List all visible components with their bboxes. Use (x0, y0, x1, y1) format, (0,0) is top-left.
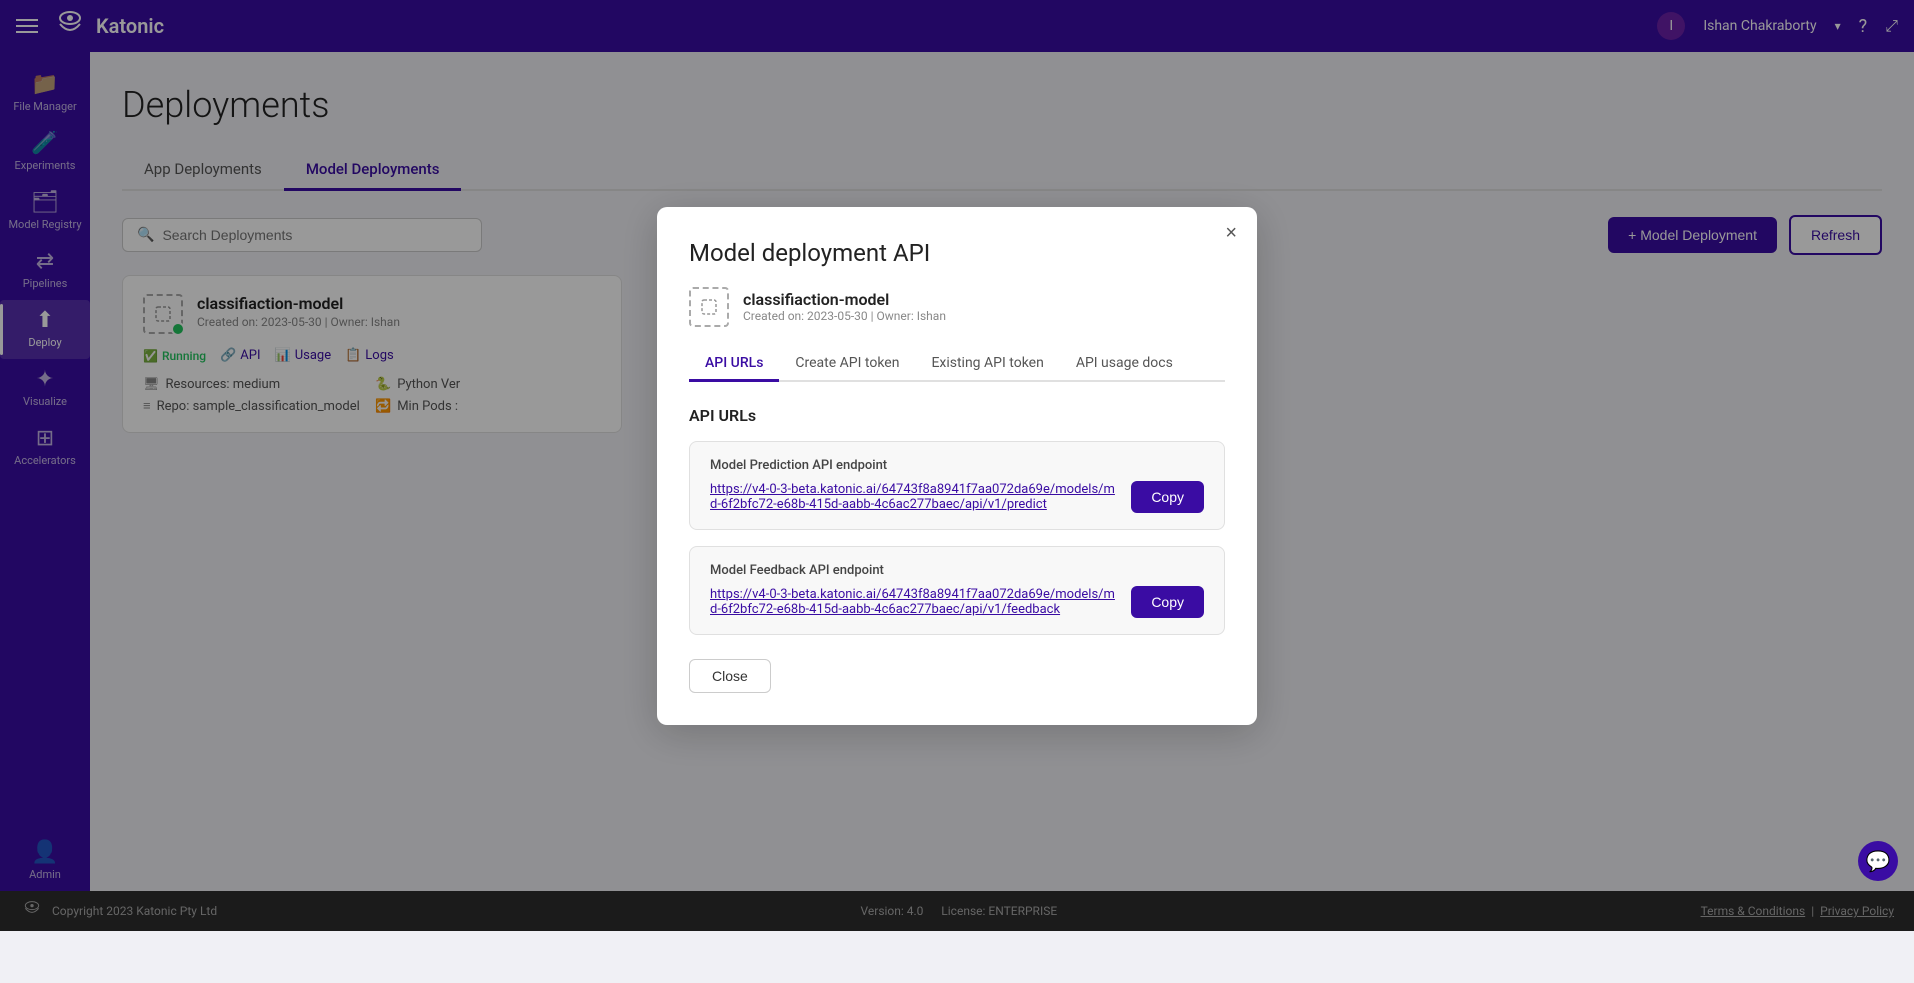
modal: × Model deployment API classiﬁaction-mod… (657, 207, 1257, 725)
modal-footer: Close (689, 659, 1225, 693)
prediction-endpoint-label: Model Prediction API endpoint (710, 458, 1204, 473)
api-urls-section-title: API URLs (689, 406, 1225, 425)
feedback-endpoint-url[interactable]: https://v4-0-3-beta.katonic.ai/64743f8a8… (710, 587, 1119, 617)
modal-tab-existing-api-token[interactable]: Existing API token (915, 347, 1059, 382)
close-modal-button[interactable]: Close (689, 659, 771, 693)
copy-prediction-url-button[interactable]: Copy (1131, 481, 1204, 513)
chat-icon: 💬 (1866, 849, 1891, 873)
feedback-endpoint-row: https://v4-0-3-beta.katonic.ai/64743f8a8… (710, 586, 1204, 618)
modal-model-meta: Created on: 2023-05-30 | Owner: Ishan (743, 309, 946, 323)
prediction-endpoint-url[interactable]: https://v4-0-3-beta.katonic.ai/64743f8a8… (710, 482, 1119, 512)
feedback-endpoint-card: Model Feedback API endpoint https://v4-0… (689, 546, 1225, 635)
modal-model-header: classiﬁaction-model Created on: 2023-05-… (689, 287, 1225, 327)
modal-model-name: classiﬁaction-model (743, 290, 946, 309)
modal-overlay[interactable]: × Model deployment API classiﬁaction-mod… (0, 0, 1914, 931)
feedback-endpoint-label: Model Feedback API endpoint (710, 563, 1204, 578)
copy-feedback-url-button[interactable]: Copy (1131, 586, 1204, 618)
prediction-endpoint-card: Model Prediction API endpoint https://v4… (689, 441, 1225, 530)
modal-tab-create-api-token[interactable]: Create API token (779, 347, 915, 382)
modal-title: Model deployment API (689, 239, 1225, 267)
modal-tab-api-usage-docs[interactable]: API usage docs (1060, 347, 1189, 382)
modal-tab-api-urls[interactable]: API URLs (689, 347, 779, 382)
modal-tabs: API URLs Create API token Existing API t… (689, 347, 1225, 382)
chat-bubble[interactable]: 💬 (1858, 841, 1898, 881)
modal-model-info: classiﬁaction-model Created on: 2023-05-… (743, 290, 946, 323)
modal-close-button[interactable]: × (1225, 223, 1237, 243)
prediction-endpoint-row: https://v4-0-3-beta.katonic.ai/64743f8a8… (710, 481, 1204, 513)
modal-model-icon (689, 287, 729, 327)
